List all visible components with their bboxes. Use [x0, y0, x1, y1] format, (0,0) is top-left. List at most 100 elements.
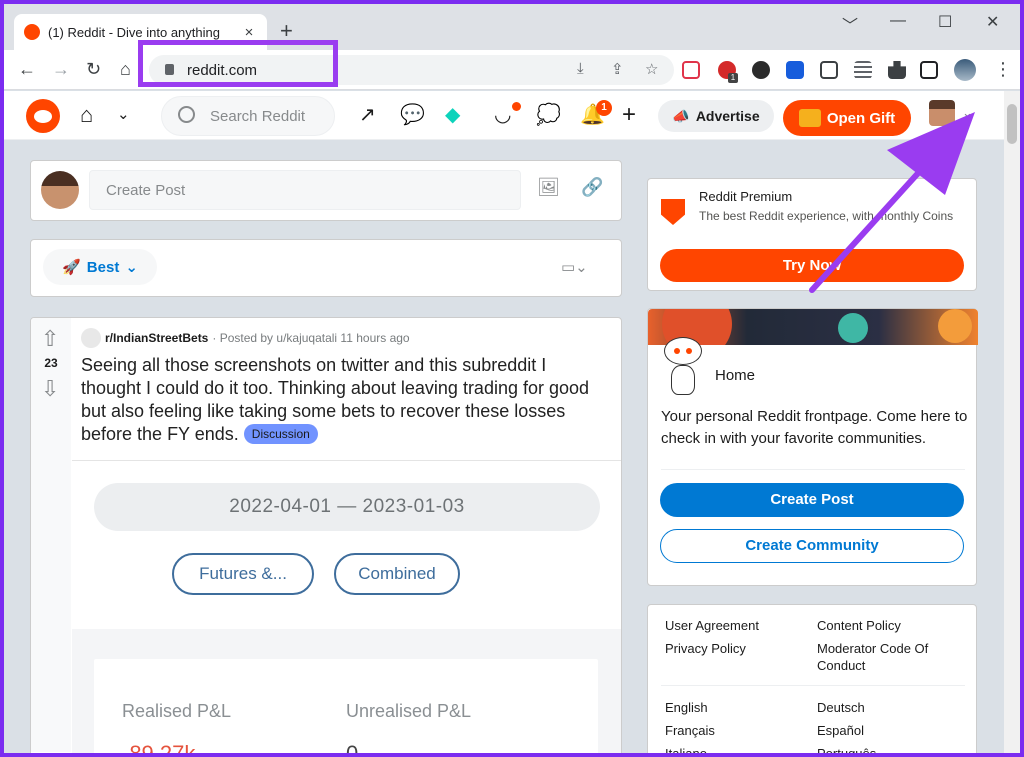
home-icon[interactable]: ⌂	[80, 103, 93, 127]
page-scrollbar[interactable]	[1004, 91, 1020, 753]
planet-decoration	[838, 313, 868, 343]
new-tab-button[interactable]: +	[280, 20, 293, 42]
home-dropdown-chevron-icon[interactable]: ⌄	[117, 103, 130, 127]
snoo-body	[671, 365, 695, 395]
subreddit-icon[interactable]	[81, 328, 101, 348]
scrollbar-thumb[interactable]	[1007, 104, 1017, 144]
share-icon[interactable]: ⇪	[611, 60, 624, 78]
home-title: Home	[715, 367, 756, 384]
reader-extension-icon[interactable]	[854, 61, 872, 79]
incognito-extension-icon[interactable]	[752, 61, 770, 79]
post-byline[interactable]: · Posted by u/kajuqatali 11 hours ago	[212, 331, 409, 345]
premium-shield-icon	[661, 199, 685, 225]
reddit-favicon-icon	[24, 24, 40, 40]
snoo-eye	[686, 348, 692, 354]
send-extension-icon[interactable]	[820, 61, 838, 79]
post-meta: r/IndianStreetBets · Posted by u/kajuqat…	[81, 328, 410, 348]
post-image[interactable]: 2022-04-01 — 2023-01-03 Futures &... Com…	[72, 460, 621, 753]
user-avatar-small[interactable]	[41, 171, 79, 209]
notification-count-badge: 1	[596, 100, 612, 116]
pocket-extension-icon[interactable]	[682, 61, 700, 79]
language-espanol[interactable]: Español	[817, 722, 864, 739]
back-icon[interactable]: ←	[18, 59, 36, 79]
bookmark-star-icon[interactable]: ☆	[645, 60, 658, 78]
upvote-icon[interactable]: ⇧	[41, 326, 59, 352]
rocket-icon: 🚀	[62, 259, 81, 276]
create-community-button[interactable]: Create Community	[660, 529, 964, 563]
seal-icon[interactable]: ◆	[445, 103, 460, 127]
install-app-icon[interactable]: ⤓	[577, 60, 584, 77]
realised-pnl-label: Realised P&L	[122, 701, 232, 721]
search-input[interactable]: Search Reddit	[161, 96, 335, 136]
footer-link-privacy-policy[interactable]: Privacy Policy	[665, 640, 746, 657]
shield-icon[interactable]: ◡	[494, 103, 511, 127]
search-icon	[178, 106, 195, 123]
downvote-icon[interactable]: ⇩	[41, 376, 59, 402]
create-post-input[interactable]: Create Post	[89, 170, 521, 210]
language-deutsch[interactable]: Deutsch	[817, 699, 865, 716]
footer-link-user-agreement[interactable]: User Agreement	[665, 617, 759, 634]
extensions-puzzle-icon[interactable]	[888, 61, 906, 79]
popular-icon[interactable]: ↗	[359, 103, 376, 127]
footer-link-content-policy[interactable]: Content Policy	[817, 617, 901, 634]
create-post-button[interactable]: Create Post	[660, 483, 964, 517]
footer-link-moderator-code[interactable]: Moderator Code Of Conduct	[817, 640, 957, 674]
tab-close-icon[interactable]: ×	[241, 24, 257, 41]
reload-icon[interactable]: ↻	[86, 59, 101, 79]
language-italiano[interactable]: Italiano	[665, 745, 707, 753]
profile-avatar-icon[interactable]	[954, 59, 976, 81]
divider	[661, 469, 965, 470]
advertise-button[interactable]: 📣 Advertise	[658, 100, 774, 132]
date-range-pill: 2022-04-01 — 2023-01-03	[94, 483, 600, 531]
reddit-header: ⌂ ⌄ Search Reddit ↗ 💬 ◆ ◡ 💭 🔔 1 + 📣 Adve…	[4, 91, 1004, 140]
megaphone-icon: 📣	[672, 107, 690, 124]
search-placeholder: Search Reddit	[210, 108, 306, 125]
side-panel-icon[interactable]	[920, 61, 938, 79]
post-flair[interactable]: Discussion	[243, 424, 318, 444]
minimize-icon[interactable]: —	[890, 12, 906, 30]
home-button-icon[interactable]: ⌂	[120, 59, 131, 79]
open-gift-button[interactable]: Open Gift	[783, 100, 911, 136]
post-card[interactable]: ⇧ 23 ⇩ r/IndianStreetBets · Posted by u/…	[30, 317, 622, 753]
language-portugues[interactable]: Português	[817, 745, 876, 753]
tab-search-icon[interactable]: ﹀	[842, 12, 858, 36]
create-plus-icon[interactable]: +	[622, 103, 636, 127]
chat-bubble-icon[interactable]: 💬	[400, 103, 425, 127]
user-menu-chevron-icon[interactable]: ⌄	[962, 105, 973, 121]
close-window-icon[interactable]: ✕	[986, 12, 999, 32]
tab-title: (1) Reddit - Dive into anything	[48, 24, 220, 40]
language-english[interactable]: English	[665, 699, 708, 716]
extension-badge: 1	[728, 73, 738, 83]
snoo-head	[664, 337, 702, 365]
post-title[interactable]: Seeing all those screenshots on twitter …	[81, 354, 611, 446]
user-avatar[interactable]	[929, 100, 955, 126]
try-now-button[interactable]: Try Now	[660, 249, 964, 282]
futures-option: Futures &...	[172, 553, 314, 595]
post-title-text[interactable]: Seeing all those screenshots on twitter …	[81, 355, 589, 444]
unrealised-pnl-label: Unrealised P&L	[346, 701, 472, 721]
pnl-filter-panel: 2022-04-01 — 2023-01-03 Futures &... Com…	[72, 461, 621, 629]
layout-toggle-icon[interactable]: ▭⌄	[561, 258, 588, 276]
advertise-label: Advertise	[695, 108, 760, 124]
messages-icon[interactable]: 💭	[536, 103, 561, 127]
sort-chevron-icon: ⌄	[125, 259, 138, 276]
bitwarden-extension-icon[interactable]	[786, 61, 804, 79]
notification-dot	[512, 102, 521, 111]
reddit-logo-icon[interactable]	[26, 99, 60, 133]
vote-count: 23	[44, 356, 58, 370]
premium-subtitle: The best Reddit experience, with monthly…	[699, 209, 954, 223]
home-card: Home Your personal Reddit frontpage. Com…	[647, 308, 978, 586]
image-upload-icon[interactable]: 🖼	[537, 177, 560, 198]
sort-bar: 🚀 Best ⌄ ▭⌄	[30, 239, 622, 297]
planet-decoration	[938, 309, 972, 343]
treasure-chest-icon	[798, 109, 821, 127]
sort-best-button[interactable]: 🚀 Best ⌄	[43, 249, 157, 285]
subreddit-link[interactable]: r/IndianStreetBets	[105, 331, 208, 345]
link-icon[interactable]: 🔗	[581, 177, 603, 198]
maximize-icon[interactable]: ☐	[938, 12, 952, 32]
forward-icon[interactable]: →	[52, 59, 70, 79]
browser-menu-icon[interactable]: ⋮	[994, 59, 1012, 80]
home-description: Your personal Reddit frontpage. Come her…	[661, 408, 968, 447]
language-francais[interactable]: Français	[665, 722, 715, 739]
divider	[661, 685, 965, 686]
